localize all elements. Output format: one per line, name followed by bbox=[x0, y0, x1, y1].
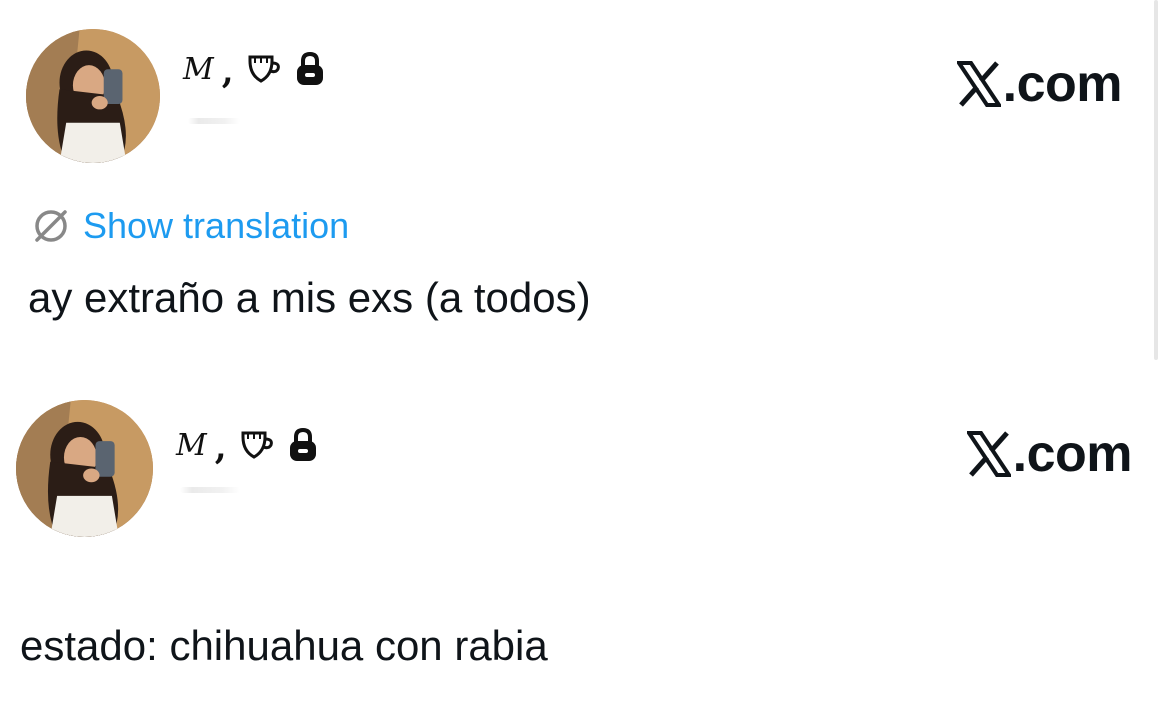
tweet-text: estado: chihuahua con rabia bbox=[20, 622, 548, 669]
display-name-initial: M bbox=[183, 51, 214, 87]
mug-icon bbox=[246, 51, 282, 87]
avatar[interactable] bbox=[16, 400, 153, 537]
site-watermark: .com bbox=[966, 424, 1133, 484]
site-watermark: .com bbox=[956, 54, 1123, 114]
scrollbar[interactable] bbox=[1154, 0, 1158, 360]
display-name-separator: , bbox=[221, 52, 234, 92]
display-name-separator: , bbox=[214, 428, 227, 468]
site-watermark-text: .com bbox=[1002, 55, 1123, 113]
show-translation-link[interactable]: Show translation bbox=[31, 205, 349, 247]
handle-redacted bbox=[180, 487, 240, 493]
lock-icon bbox=[287, 427, 319, 463]
avatar-image bbox=[16, 400, 153, 537]
translate-icon bbox=[35, 210, 67, 242]
lock-icon bbox=[294, 51, 326, 87]
avatar[interactable] bbox=[26, 29, 160, 163]
post-card-2: M , .com estado: chihuahua con rabia bbox=[0, 370, 1170, 713]
x-logo-icon bbox=[966, 431, 1011, 477]
display-name[interactable]: M , bbox=[183, 46, 326, 92]
mug-icon bbox=[239, 427, 275, 463]
avatar-image bbox=[26, 29, 160, 163]
post-card-1: M , .com Show translation ay extraño a m… bbox=[0, 0, 1170, 370]
tweet-text: ay extraño a mis exs (a todos) bbox=[28, 274, 591, 321]
site-watermark-text: .com bbox=[1012, 425, 1133, 483]
display-name[interactable]: M , bbox=[176, 422, 319, 468]
show-translation-label: Show translation bbox=[83, 205, 350, 246]
x-logo-icon bbox=[956, 61, 1001, 107]
handle-redacted bbox=[188, 118, 240, 124]
display-name-initial: M bbox=[176, 427, 207, 463]
